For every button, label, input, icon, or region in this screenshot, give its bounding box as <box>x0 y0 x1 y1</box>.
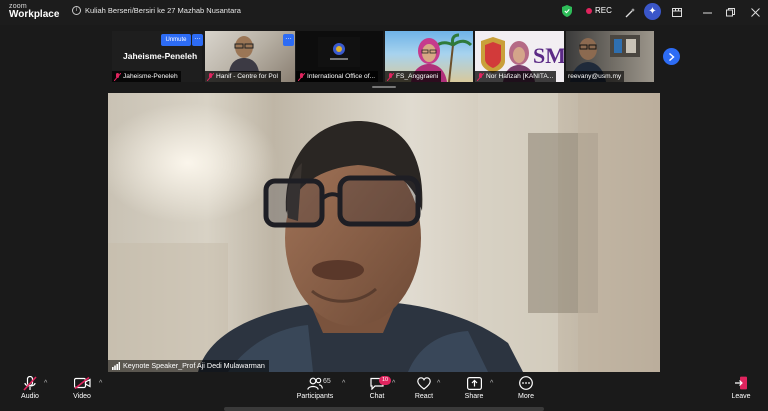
meeting-title: Kuliah Berseri/Bersiri ke 27 Mazhab Nusa… <box>85 6 241 15</box>
participant-tile[interactable]: SM Nor Hafizah [KANITA... <box>475 31 564 82</box>
recording-indicator[interactable]: REC <box>586 6 612 15</box>
participant-name-label: International Office of... <box>296 71 379 82</box>
rec-label: REC <box>595 6 612 15</box>
participants-icon <box>305 375 325 391</box>
restore-icon[interactable] <box>723 5 737 19</box>
participant-name-label: FS_Anggraeni <box>385 71 442 82</box>
leave-label: Leave <box>731 393 751 400</box>
participant-tile[interactable]: … Hanif - Centre for Pol <box>205 31 295 82</box>
video-off-icon <box>72 375 92 391</box>
participant-name: Nor Hafizah [KANITA... <box>486 73 554 80</box>
mic-muted-icon <box>207 72 214 81</box>
react-button[interactable]: React <box>413 375 435 405</box>
react-options-caret[interactable]: ^ <box>437 380 440 387</box>
participant-tile[interactable]: Jaheisme-Peneleh <box>112 31 202 82</box>
signal-strength-icon <box>112 362 120 370</box>
video-button[interactable]: Video <box>70 375 94 405</box>
ai-companion-icon[interactable]: ✦ <box>644 3 661 20</box>
participant-tile[interactable]: FS_Anggraeni <box>385 31 473 82</box>
participant-face-image <box>229 36 259 72</box>
chat-label: Chat <box>369 393 385 400</box>
participant-name-label: Hanif - Centre for Pol <box>205 71 281 82</box>
mic-muted-icon <box>20 375 40 391</box>
more-button[interactable]: More <box>515 375 537 405</box>
participant-name: International Office of... <box>307 73 376 80</box>
participant-name-label: reevany@usm.my <box>566 71 625 82</box>
share-button[interactable]: Share <box>463 375 485 405</box>
organization-logo-image <box>318 37 360 67</box>
magic-wand-icon[interactable] <box>623 5 637 19</box>
chat-unread-badge: 10 <box>379 376 391 385</box>
audio-options-caret[interactable]: ^ <box>44 380 47 387</box>
next-page-button[interactable] <box>663 48 680 65</box>
react-label: React <box>414 393 434 400</box>
video-options-caret[interactable]: ^ <box>99 380 102 387</box>
participant-name: reevany@usm.my <box>568 73 622 80</box>
minimize-icon[interactable] <box>700 5 714 19</box>
mic-muted-icon <box>298 72 305 81</box>
shield-icon[interactable] <box>562 5 572 17</box>
title-bar: zoom Workplace i Kuliah Berseri/Bersiri … <box>0 0 768 25</box>
svg-text:SM: SM <box>533 43 564 68</box>
chat-options-caret[interactable]: ^ <box>392 380 395 387</box>
participant-name: Hanif - Centre for Pol <box>216 73 278 80</box>
active-speaker-video[interactable]: Keynote Speaker_Prof Aji Dedi Mulawarman <box>108 93 660 372</box>
leave-icon <box>731 375 751 391</box>
taskbar-strip <box>224 407 544 411</box>
tile-more-button[interactable]: … <box>283 34 294 46</box>
participants-options-caret[interactable]: ^ <box>342 380 345 387</box>
participant-name-label: Jaheisme-Peneleh <box>112 71 181 82</box>
chevron-right-icon <box>669 52 675 61</box>
app-logo: zoom Workplace <box>9 3 59 20</box>
participant-tile[interactable]: International Office of... <box>296 31 383 82</box>
participants-label: Participants <box>296 393 334 400</box>
close-icon[interactable] <box>748 5 762 19</box>
video-label: Video <box>73 393 91 400</box>
speaker-name: Keynote Speaker_Prof Aji Dedi Mulawarman <box>123 361 265 370</box>
more-icon <box>516 375 536 391</box>
speaker-video-image <box>108 93 660 372</box>
audio-label: Audio <box>21 393 39 400</box>
participant-name: FS_Anggraeni <box>396 73 439 80</box>
brand-main: Workplace <box>9 9 60 20</box>
participant-name-label: Nor Hafizah [KANITA... <box>475 71 557 82</box>
mic-muted-icon <box>114 72 121 81</box>
audio-button[interactable]: Audio <box>18 375 42 405</box>
participant-name: Jaheisme-Peneleh <box>123 73 178 80</box>
zoom-window: zoom Workplace i Kuliah Berseri/Bersiri … <box>0 0 768 411</box>
more-label: More <box>518 393 534 400</box>
heart-icon <box>414 375 434 391</box>
mic-muted-icon <box>387 72 394 81</box>
speaker-name-label: Keynote Speaker_Prof Aji Dedi Mulawarman <box>108 360 269 372</box>
share-options-caret[interactable]: ^ <box>490 380 493 387</box>
mic-muted-icon <box>477 72 484 81</box>
share-label: Share <box>464 393 484 400</box>
share-screen-icon <box>464 375 484 391</box>
view-icon[interactable] <box>670 5 684 19</box>
meeting-info-icon[interactable]: i <box>72 6 81 15</box>
record-dot-icon <box>586 7 592 14</box>
strip-resize-handle[interactable] <box>372 86 396 88</box>
participants-count: 65 <box>323 378 331 385</box>
leave-button[interactable]: Leave <box>730 375 752 405</box>
participant-tile[interactable]: reevany@usm.my <box>566 31 654 82</box>
